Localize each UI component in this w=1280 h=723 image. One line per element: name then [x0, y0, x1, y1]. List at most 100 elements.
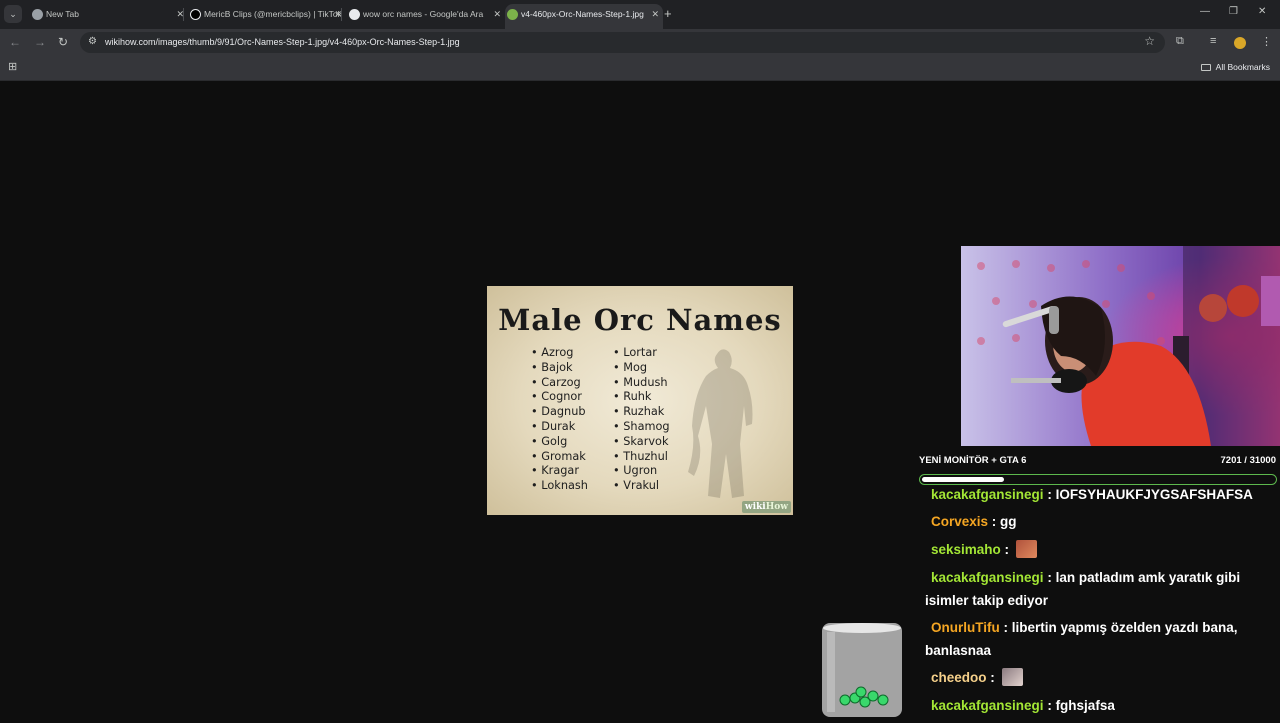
- chat-text: fghsjafsa: [1055, 698, 1115, 713]
- list-item: Mudush: [613, 376, 670, 391]
- glass-icon: [822, 623, 902, 717]
- list-item: Ruzhak: [613, 405, 670, 420]
- chat-username: kacakafgansinegi: [931, 570, 1044, 585]
- tab-strip: ⌄ New Tab ✕ MericB Clips (@mericbclips) …: [0, 0, 1280, 29]
- list-item: Skarvok: [613, 435, 670, 450]
- chat-message: Corvexis : gg: [925, 510, 1270, 533]
- goal-progress-fill: [922, 477, 1004, 482]
- browser-toolbar: ← → ↻ ⚙ wikihow.com/images/thumb/9/91/Or…: [0, 29, 1280, 56]
- back-icon[interactable]: ←: [9, 34, 21, 50]
- tab-title: New Tab: [46, 9, 79, 19]
- extensions-icon[interactable]: ⧉: [1176, 35, 1184, 48]
- restore-icon[interactable]: ❐: [1229, 6, 1238, 17]
- tab-search-icon[interactable]: ⌄: [4, 5, 22, 23]
- list-item: Dagnub: [531, 405, 588, 420]
- stream-chat: kacakafgansinegi : IOFSYHAUKFJYGSAFSHAFS…: [925, 486, 1275, 720]
- list-item: Durak: [531, 420, 588, 435]
- chrome-icon: [32, 9, 43, 20]
- wikihow-watermark: wikiHow: [741, 501, 791, 513]
- all-bookmarks-button[interactable]: All Bookmarks: [1200, 56, 1270, 79]
- menu-icon[interactable]: ⋮: [1261, 35, 1272, 48]
- url-text[interactable]: wikihow.com/images/thumb/9/91/Orc-Names-…: [105, 32, 460, 53]
- minimize-icon[interactable]: —: [1200, 6, 1210, 17]
- names-column-1: Azrog Bajok Carzog Cognor Dagnub Durak G…: [531, 346, 588, 494]
- list-item: Kragar: [531, 464, 588, 479]
- orc-names-image[interactable]: Male Orc Names Azrog Bajok Carzog Cognor…: [487, 286, 793, 515]
- list-item: Thuzhul: [613, 450, 670, 465]
- chat-username: Corvexis: [931, 514, 989, 529]
- list-item: Lortar: [613, 346, 670, 361]
- list-item: Bajok: [531, 361, 588, 376]
- google-icon: [349, 9, 360, 20]
- webcam-feed: [961, 246, 1280, 446]
- window-close-icon[interactable]: ✕: [1258, 6, 1266, 17]
- chat-separator: :: [1000, 542, 1013, 557]
- chat-username: kacakafgansinegi: [931, 698, 1044, 713]
- reload-icon[interactable]: ↻: [58, 34, 68, 50]
- chat-message: seksimaho :: [925, 538, 1270, 561]
- chat-separator: :: [999, 620, 1012, 635]
- list-item: Ugron: [613, 464, 670, 479]
- list-item: Loknash: [531, 479, 588, 494]
- chat-separator: :: [1043, 487, 1056, 502]
- tab-new-tab[interactable]: New Tab ✕: [30, 4, 188, 25]
- tab-title: v4-460px-Orc-Names-Step-1.jpg: [521, 9, 644, 19]
- bookmarks-bar: ⊞ All Bookmarks: [0, 56, 1280, 81]
- address-bar[interactable]: ⚙ wikihow.com/images/thumb/9/91/Orc-Name…: [80, 32, 1165, 53]
- tab-google-search[interactable]: wow orc names - Google'da Ara ✕: [347, 4, 505, 25]
- new-tab-plus-icon[interactable]: +: [664, 6, 672, 22]
- list-item: Vrakul: [613, 479, 670, 494]
- close-icon[interactable]: ✕: [493, 4, 501, 25]
- chat-message: OnurluTifu : libertin yapmış özelden yaz…: [925, 616, 1270, 662]
- chat-message: cheedoo :: [925, 666, 1270, 689]
- watermark-wiki: wiki: [744, 502, 766, 512]
- tip-jar-glass: [821, 622, 903, 718]
- watermark-how: How: [765, 502, 788, 512]
- bookmark-star-icon[interactable]: ☆: [1144, 34, 1155, 48]
- chat-username: seksimaho: [931, 542, 1001, 557]
- chat-message: kacakafgansinegi : fghsjafsa: [925, 694, 1270, 717]
- tab-orc-image[interactable]: v4-460px-Orc-Names-Step-1.jpg ✕: [505, 4, 663, 29]
- list-item: Azrog: [531, 346, 588, 361]
- tab-title: wow orc names - Google'da Ara: [363, 9, 484, 19]
- list-item: Ruhk: [613, 390, 670, 405]
- chat-username: cheedoo: [931, 670, 987, 685]
- forward-icon[interactable]: →: [34, 34, 46, 50]
- emote-icon: [1015, 540, 1037, 558]
- goal-count: 7201 / 31000: [1220, 455, 1276, 466]
- chat-message: kacakafgansinegi : IOFSYHAUKFJYGSAFSHAFS…: [925, 486, 1270, 506]
- close-icon[interactable]: ✕: [651, 4, 659, 25]
- list-item: Shamog: [613, 420, 669, 435]
- tab-title: MericB Clips (@mericbclips) | TikTok: [204, 9, 342, 19]
- emote-icon: [1001, 668, 1023, 686]
- image-title: Male Orc Names: [498, 303, 782, 337]
- profile-icon[interactable]: [1234, 37, 1246, 49]
- chat-username: OnurluTifu: [931, 620, 1000, 635]
- chat-separator: :: [1043, 698, 1056, 713]
- list-item: Golg: [531, 435, 588, 450]
- chat-text: IOFSYHAUKFJYGSAFSHAFSA: [1055, 487, 1253, 502]
- site-info-icon[interactable]: ⚙: [88, 36, 97, 47]
- list-item: Carzog: [531, 376, 588, 391]
- goal-label: YENİ MONİTÖR + GTA 6: [919, 455, 1027, 466]
- tab-tiktok[interactable]: MericB Clips (@mericbclips) | TikTok ✕: [188, 4, 346, 25]
- chat-separator: :: [1043, 570, 1056, 585]
- streamer-webcam-icon: [961, 246, 1280, 446]
- chat-username: kacakafgansinegi: [931, 487, 1044, 502]
- media-icon[interactable]: ≡: [1210, 35, 1216, 47]
- folder-icon: [1200, 64, 1211, 71]
- chat-separator: :: [988, 514, 1001, 529]
- tab-separator: [341, 8, 342, 21]
- chat-separator: :: [986, 670, 999, 685]
- orc-silhouette-icon: [688, 349, 753, 498]
- list-item: Mog: [613, 361, 670, 376]
- names-column-2: Lortar Mog Mudush Ruhk Ruzhak Shamog Ska…: [613, 346, 670, 494]
- list-item: Cognor: [531, 390, 588, 405]
- chat-text: gg: [1000, 514, 1017, 529]
- list-item: Gromak: [531, 450, 588, 465]
- tiktok-icon: [190, 9, 201, 20]
- all-bookmarks-label: All Bookmarks: [1215, 62, 1270, 72]
- goal-progress-bar: [919, 474, 1277, 485]
- apps-grid-icon[interactable]: ⊞: [8, 62, 19, 73]
- chat-message: kacakafgansinegi : lan patladım amk yara…: [925, 566, 1270, 612]
